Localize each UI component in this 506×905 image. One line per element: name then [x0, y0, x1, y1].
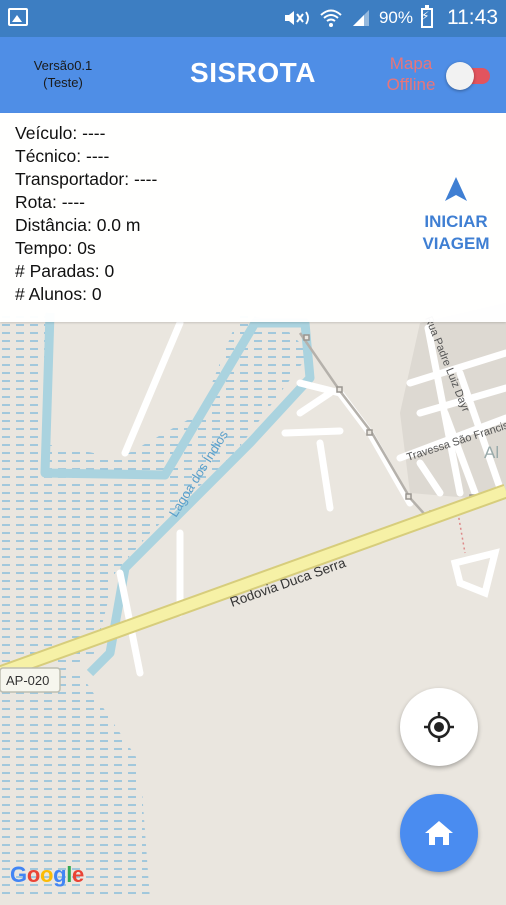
- battery-percent: 90%: [378, 8, 413, 27]
- students-info: # Alunos: 0: [15, 284, 102, 304]
- offline-map-toggle[interactable]: [446, 62, 492, 90]
- technician-info: Técnico: ----: [15, 146, 110, 166]
- route-info: Rota: ----: [15, 192, 85, 212]
- start-trip-button[interactable]: INICIAR VIAGEM: [406, 177, 506, 261]
- wifi-icon: [320, 9, 342, 27]
- my-location-icon: [424, 712, 454, 742]
- trip-info-list: Veículo: ---- Técnico: ---- Transportado…: [15, 122, 157, 306]
- clock: 11:43: [447, 6, 498, 29]
- app-bar: Versão0.1 (Teste) SISROTA Mapa Offline: [0, 37, 506, 113]
- google-letter: e: [72, 862, 84, 887]
- home-icon: [425, 821, 453, 845]
- time-info: Tempo: 0s: [15, 238, 96, 258]
- stops-info: # Paradas: 0: [15, 261, 115, 281]
- offline-label-line2: Offline: [386, 75, 436, 94]
- signal-icon: [352, 10, 369, 26]
- home-button[interactable]: [400, 794, 478, 872]
- vehicle-info: Veículo: ----: [15, 123, 106, 143]
- my-location-button[interactable]: [400, 688, 478, 766]
- start-trip-line1: INICIAR: [424, 212, 488, 231]
- status-icons: 90% 11:43: [283, 5, 498, 30]
- google-letter: o: [26, 862, 40, 887]
- carrier-info: Transportador: ----: [15, 169, 158, 189]
- mute-icon: [284, 11, 309, 25]
- image-icon: [8, 8, 28, 26]
- google-letter: g: [53, 862, 67, 887]
- google-logo: Google: [10, 862, 84, 888]
- toggle-knob: [446, 62, 474, 90]
- route-shield-label: AP-020: [6, 673, 49, 688]
- district-label: Al: [484, 443, 499, 462]
- google-letter: G: [10, 862, 27, 887]
- distance-info: Distância: 0.0 m: [15, 215, 141, 235]
- google-letter: o: [39, 862, 54, 887]
- start-trip-line2: VIAGEM: [422, 234, 490, 253]
- trip-info-panel: Veículo: ---- Técnico: ---- Transportado…: [0, 113, 506, 322]
- status-bar: 90% 11:43: [0, 0, 506, 37]
- offline-label-line1: Mapa: [389, 54, 433, 73]
- navigation-arrow-icon: [445, 177, 467, 201]
- start-trip-label: INICIAR VIAGEM: [406, 211, 506, 255]
- offline-map-label: Mapa Offline: [376, 53, 446, 95]
- battery-icon: [421, 5, 433, 28]
